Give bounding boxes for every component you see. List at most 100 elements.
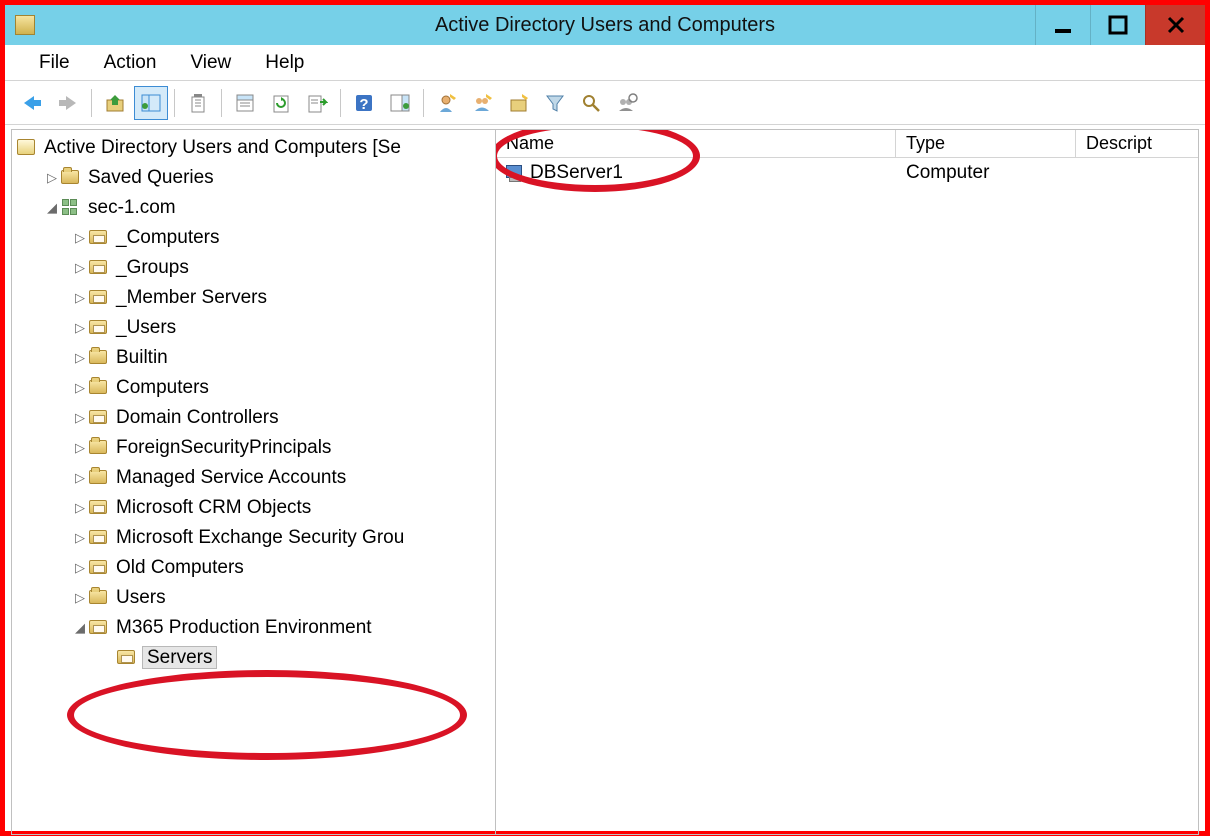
- tree-node[interactable]: ▷ Users: [12, 582, 495, 612]
- list-row[interactable]: DBServer1 Computer: [496, 158, 1198, 188]
- tree-root[interactable]: Active Directory Users and Computers [Se: [12, 132, 495, 162]
- list-pane[interactable]: Name Type Descript DBServer1 Computer: [496, 130, 1198, 834]
- up-one-level-button[interactable]: [98, 86, 132, 120]
- cut-button[interactable]: [181, 86, 215, 120]
- close-button[interactable]: [1145, 5, 1205, 45]
- tree-root-label: Active Directory Users and Computers [Se: [42, 138, 401, 157]
- tree-node[interactable]: ▷ Old Computers: [12, 552, 495, 582]
- expander-icon[interactable]: ▷: [72, 471, 88, 484]
- add-to-group-button[interactable]: [610, 86, 644, 120]
- ou-icon: [88, 497, 108, 517]
- menu-view[interactable]: View: [178, 48, 243, 78]
- list-cell-type: Computer: [896, 159, 1076, 187]
- adroot-icon: [16, 137, 36, 157]
- new-ou-button[interactable]: [502, 86, 536, 120]
- tree-node-label: Servers: [142, 646, 217, 669]
- expander-icon[interactable]: ▷: [44, 171, 60, 184]
- folder-icon: [88, 347, 108, 367]
- list-header: Name Type Descript: [496, 130, 1198, 158]
- minimize-button[interactable]: [1035, 5, 1090, 45]
- tree-node[interactable]: ▷ _Groups: [12, 252, 495, 282]
- tree-node-label: sec-1.com: [86, 198, 176, 217]
- tree-node-label: Managed Service Accounts: [114, 468, 346, 487]
- tree-node[interactable]: ▷ _Computers: [12, 222, 495, 252]
- new-group-button[interactable]: [466, 86, 500, 120]
- tree-node[interactable]: Servers: [12, 642, 495, 672]
- ou-icon: [88, 617, 108, 637]
- ou-icon: [88, 527, 108, 547]
- tree-node-label: Old Computers: [114, 558, 244, 577]
- tree-node[interactable]: ▷ Saved Queries: [12, 162, 495, 192]
- folder-icon: [88, 467, 108, 487]
- titlebar[interactable]: Active Directory Users and Computers: [5, 5, 1205, 45]
- expander-icon[interactable]: ▷: [72, 531, 88, 544]
- ou-icon: [88, 407, 108, 427]
- window-title: Active Directory Users and Computers: [5, 14, 1205, 37]
- expander-icon[interactable]: ▷: [72, 261, 88, 274]
- expander-icon[interactable]: ▷: [72, 591, 88, 604]
- action-pane-button[interactable]: [383, 86, 417, 120]
- tree-node-label: Microsoft Exchange Security Grou: [114, 528, 404, 547]
- tree-node-label: _Computers: [114, 228, 220, 247]
- menubar: File Action View Help: [5, 45, 1205, 81]
- show-hide-tree-button[interactable]: [134, 86, 168, 120]
- tree-node-label: Saved Queries: [86, 168, 214, 187]
- expander-icon[interactable]: ◢: [44, 201, 60, 214]
- nav-back-button[interactable]: [15, 86, 49, 120]
- maximize-button[interactable]: [1090, 5, 1145, 45]
- tree-node-label: _Users: [114, 318, 176, 337]
- ou-icon: [88, 287, 108, 307]
- menu-help[interactable]: Help: [253, 48, 316, 78]
- folder-icon: [88, 377, 108, 397]
- expander-icon[interactable]: ▷: [72, 411, 88, 424]
- col-desc[interactable]: Descript: [1076, 130, 1186, 157]
- expander-icon[interactable]: ▷: [72, 321, 88, 334]
- tree-node[interactable]: ▷ _Member Servers: [12, 282, 495, 312]
- expander-icon[interactable]: ▷: [72, 231, 88, 244]
- expander-icon[interactable]: ▷: [72, 381, 88, 394]
- ou-icon: [88, 257, 108, 277]
- tree-node[interactable]: ◢ sec-1.com: [12, 192, 495, 222]
- refresh-button[interactable]: [264, 86, 298, 120]
- tree-node[interactable]: ▷ _Users: [12, 312, 495, 342]
- help-button[interactable]: ?: [347, 86, 381, 120]
- app-icon: [15, 15, 35, 35]
- tree-node[interactable]: ▷ ForeignSecurityPrincipals: [12, 432, 495, 462]
- menu-file[interactable]: File: [27, 48, 82, 78]
- nav-forward-button[interactable]: [51, 86, 85, 120]
- tree-node[interactable]: ▷ Builtin: [12, 342, 495, 372]
- menu-action[interactable]: Action: [92, 48, 169, 78]
- domain-icon: [60, 197, 80, 217]
- filter-button[interactable]: [538, 86, 572, 120]
- tree-node-label: Builtin: [114, 348, 168, 367]
- svg-text:?: ?: [359, 96, 368, 113]
- tree-node-label: _Groups: [114, 258, 189, 277]
- list-cell-name: DBServer1: [530, 162, 623, 183]
- expander-icon[interactable]: ▷: [72, 561, 88, 574]
- expander-icon[interactable]: ▷: [72, 291, 88, 304]
- expander-icon[interactable]: ▷: [72, 351, 88, 364]
- folder-icon: [88, 437, 108, 457]
- col-type[interactable]: Type: [896, 130, 1076, 157]
- tree-node[interactable]: ▷ Managed Service Accounts: [12, 462, 495, 492]
- tree-node-label: Users: [114, 588, 166, 607]
- ou-icon: [116, 647, 136, 667]
- tree-node-label: ForeignSecurityPrincipals: [114, 438, 331, 457]
- expander-icon[interactable]: ◢: [72, 621, 88, 634]
- find-button[interactable]: [574, 86, 608, 120]
- tree-node[interactable]: ▷ Microsoft Exchange Security Grou: [12, 522, 495, 552]
- export-list-button[interactable]: [300, 86, 334, 120]
- tree-node-label: Computers: [114, 378, 209, 397]
- tree-node[interactable]: ▷Microsoft CRM Objects: [12, 492, 495, 522]
- tree-node-label: _Member Servers: [114, 288, 267, 307]
- tree-pane[interactable]: Active Directory Users and Computers [Se…: [12, 130, 496, 834]
- expander-icon[interactable]: ▷: [72, 441, 88, 454]
- properties-button[interactable]: [228, 86, 262, 120]
- tree-node[interactable]: ▷ Computers: [12, 372, 495, 402]
- tree-node[interactable]: ◢M365 Production Environment: [12, 612, 495, 642]
- expander-icon[interactable]: ▷: [72, 501, 88, 514]
- tree-node[interactable]: ▷Domain Controllers: [12, 402, 495, 432]
- folder-icon: [88, 587, 108, 607]
- new-user-button[interactable]: [430, 86, 464, 120]
- col-name[interactable]: Name: [496, 130, 896, 157]
